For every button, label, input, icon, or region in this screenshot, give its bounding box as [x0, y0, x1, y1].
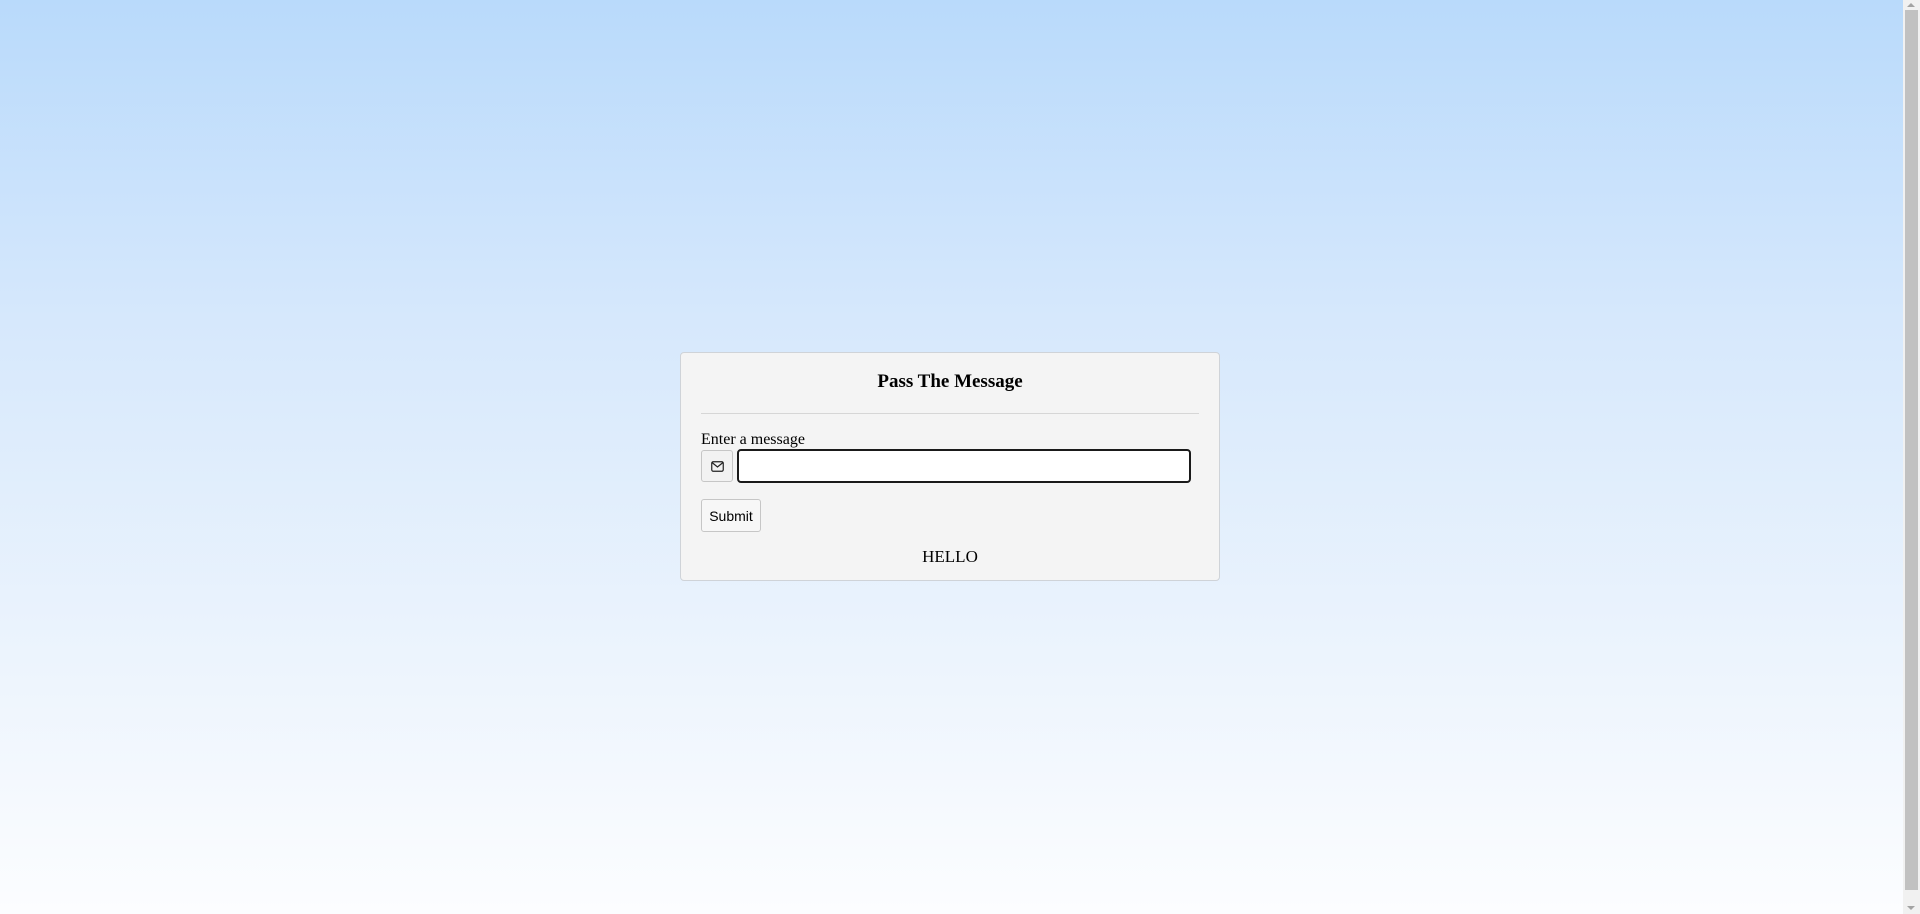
card-title: Pass The Message: [877, 371, 1023, 392]
page-viewport: Pass The Message Enter a message Submit …: [0, 0, 1903, 914]
vertical-scrollbar[interactable]: [1903, 0, 1920, 914]
message-card: Pass The Message Enter a message Submit …: [680, 352, 1220, 581]
scroll-down-arrow-icon[interactable]: [1907, 906, 1915, 910]
submit-button[interactable]: Submit: [701, 499, 761, 532]
message-label: Enter a message: [701, 431, 805, 448]
title-divider: [701, 413, 1199, 414]
scroll-thumb[interactable]: [1905, 10, 1918, 890]
message-input[interactable]: [737, 449, 1191, 483]
input-addon: [701, 450, 733, 482]
envelope-icon: [710, 460, 724, 472]
scroll-up-arrow-icon[interactable]: [1907, 3, 1915, 7]
message-output: HELLO: [922, 547, 978, 566]
